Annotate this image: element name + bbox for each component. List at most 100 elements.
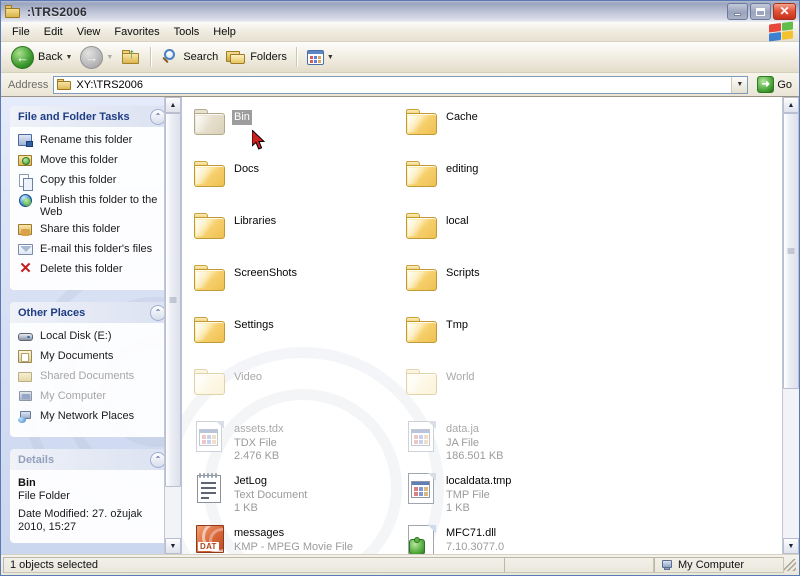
place-my-network-places[interactable]: My Network Places <box>18 409 168 425</box>
task-copy-folder[interactable]: Copy this folder <box>18 173 168 191</box>
maximize-button[interactable] <box>750 3 771 20</box>
file-item[interactable]: Video <box>190 365 402 417</box>
my-computer-icon <box>661 559 673 571</box>
tasks-panel-header[interactable]: File and Folder Tasks ⌃ <box>10 106 172 127</box>
title-bar[interactable]: :\TRS2006 ✕ <box>1 1 799 22</box>
file-name: messages <box>234 527 285 539</box>
place-my-computer[interactable]: My Computer <box>18 389 168 405</box>
file-list-view[interactable]: Bin Cache Docs editing Libraries local ScreenS… <box>182 97 799 554</box>
file-icon-wrap <box>404 263 440 292</box>
file-item[interactable]: localdata.tmp TMP File 1 KB <box>402 469 614 521</box>
places-panel-body: Local Disk (E:) My Documents Shared Docu… <box>10 323 172 437</box>
views-dropdown-caret-icon[interactable]: ▼ <box>327 54 334 61</box>
file-item[interactable]: Tmp <box>402 313 614 365</box>
sidebar-scroll-thumb[interactable] <box>165 113 181 487</box>
task-email-folder-files[interactable]: E-mail this folder's files <box>18 242 168 258</box>
file-item[interactable]: ScreenShots <box>190 261 402 313</box>
back-dropdown-caret-icon[interactable]: ▼ <box>65 54 72 61</box>
file-icon-wrap: DAT <box>192 523 228 553</box>
file-scroll-track[interactable] <box>783 113 799 538</box>
up-button[interactable]: ↑ <box>117 45 145 69</box>
file-item[interactable]: DAT messages KMP - MPEG Movie File <box>190 521 402 554</box>
sidebar-scrollbar[interactable]: ▲ ▼ <box>164 97 181 554</box>
file-icon-wrap <box>192 367 228 396</box>
menu-help[interactable]: Help <box>206 24 243 40</box>
file-name: JetLog <box>234 475 268 487</box>
file-item[interactable]: Libraries <box>190 209 402 261</box>
place-label: Local Disk (E:) <box>40 330 112 342</box>
menu-tools[interactable]: Tools <box>167 24 207 40</box>
menu-view[interactable]: View <box>70 24 108 40</box>
forward-button[interactable]: → ▼ <box>76 45 117 69</box>
file-icon-wrap <box>404 367 440 396</box>
file-item[interactable]: JetLog Text Document 1 KB <box>190 469 402 521</box>
task-share-folder[interactable]: Share this folder <box>18 222 168 238</box>
menu-favorites[interactable]: Favorites <box>107 24 166 40</box>
scroll-down-icon[interactable]: ▼ <box>165 538 181 554</box>
task-delete-folder[interactable]: ✕ Delete this folder <box>18 261 168 278</box>
place-my-documents[interactable]: My Documents <box>18 349 168 365</box>
minimize-button[interactable] <box>727 3 748 20</box>
disk-icon <box>18 329 34 345</box>
file-type: TDX File <box>234 437 277 449</box>
sidebar-scroll-track[interactable] <box>165 113 181 538</box>
folder-icon <box>194 109 226 136</box>
menu-edit[interactable]: Edit <box>37 24 70 40</box>
back-arrow-icon: ← <box>11 45 34 69</box>
file-view-scrollbar[interactable]: ▲ ▼ <box>782 97 799 554</box>
task-label: Move this folder <box>40 154 118 166</box>
file-item[interactable]: Settings <box>190 313 402 365</box>
close-button[interactable]: ✕ <box>773 3 796 20</box>
file-item[interactable]: Bin <box>190 105 402 157</box>
file-icon-wrap <box>404 523 440 554</box>
file-item[interactable]: Cache <box>402 105 614 157</box>
file-name: editing <box>446 163 479 175</box>
details-date-modified: Date Modified: 27. ožujak 2010, 15:27 <box>18 508 143 533</box>
file-item[interactable]: MFC71.dll 7.10.3077.0 <box>402 521 614 554</box>
file-item[interactable]: World <box>402 365 614 417</box>
details-panel-title: Details <box>18 453 55 466</box>
toolbar: ← Back ▼ → ▼ ↑ Search Folders ▼ <box>1 42 799 73</box>
place-local-disk-e[interactable]: Local Disk (E:) <box>18 329 168 345</box>
place-shared-documents[interactable]: Shared Documents <box>18 369 168 385</box>
scroll-down-icon[interactable]: ▼ <box>783 538 799 554</box>
go-button[interactable]: ➜ Go <box>754 75 795 94</box>
explorer-window: :\TRS2006 ✕ File Edit View Favorites Too… <box>0 0 800 576</box>
file-item[interactable]: Docs <box>190 157 402 209</box>
address-input[interactable]: XY:\TRS2006 ▼ <box>53 75 749 94</box>
address-dropdown-button[interactable]: ▼ <box>731 76 748 93</box>
task-publish-folder[interactable]: Publish this folder to the Web <box>18 193 168 218</box>
task-rename-folder[interactable]: Rename this folder <box>18 133 168 149</box>
folder-icon <box>194 213 226 240</box>
window-controls: ✕ <box>727 3 796 20</box>
file-item[interactable]: local <box>402 209 614 261</box>
places-panel-header[interactable]: Other Places ⌃ <box>10 302 172 323</box>
details-type: File Folder <box>18 490 70 502</box>
file-item[interactable]: assets.tdx TDX File 2.476 KB <box>190 417 402 469</box>
file-item[interactable]: Scripts <box>402 261 614 313</box>
file-item[interactable]: data.ja JA File 186.501 KB <box>402 417 614 469</box>
file-name: Bin <box>232 110 252 125</box>
details-panel-header[interactable]: Details ⌃ <box>10 449 172 470</box>
menu-file[interactable]: File <box>5 24 37 40</box>
folders-button[interactable]: Folders <box>222 45 291 69</box>
scroll-up-icon[interactable]: ▲ <box>783 97 799 113</box>
task-move-folder[interactable]: Move this folder <box>18 153 168 169</box>
status-location: My Computer <box>654 557 784 573</box>
tasks-panel-body: Rename this folder Move this folder Copy… <box>10 127 172 290</box>
toolbar-separator <box>150 47 153 67</box>
search-button[interactable]: Search <box>157 45 222 69</box>
file-icon-wrap <box>192 211 228 240</box>
rename-icon <box>18 133 34 149</box>
file-size: 2.476 KB <box>234 450 280 462</box>
file-item[interactable]: editing <box>402 157 614 209</box>
file-scroll-thumb[interactable] <box>783 113 799 390</box>
scroll-up-icon[interactable]: ▲ <box>165 97 181 113</box>
search-icon <box>161 48 179 66</box>
resize-grip[interactable] <box>784 559 796 571</box>
views-button[interactable]: ▼ <box>303 45 338 69</box>
copy-icon <box>18 173 34 191</box>
back-button[interactable]: ← Back ▼ <box>7 45 76 69</box>
file-type: JA File <box>446 437 480 449</box>
file-name: localdata.tmp <box>446 475 512 487</box>
